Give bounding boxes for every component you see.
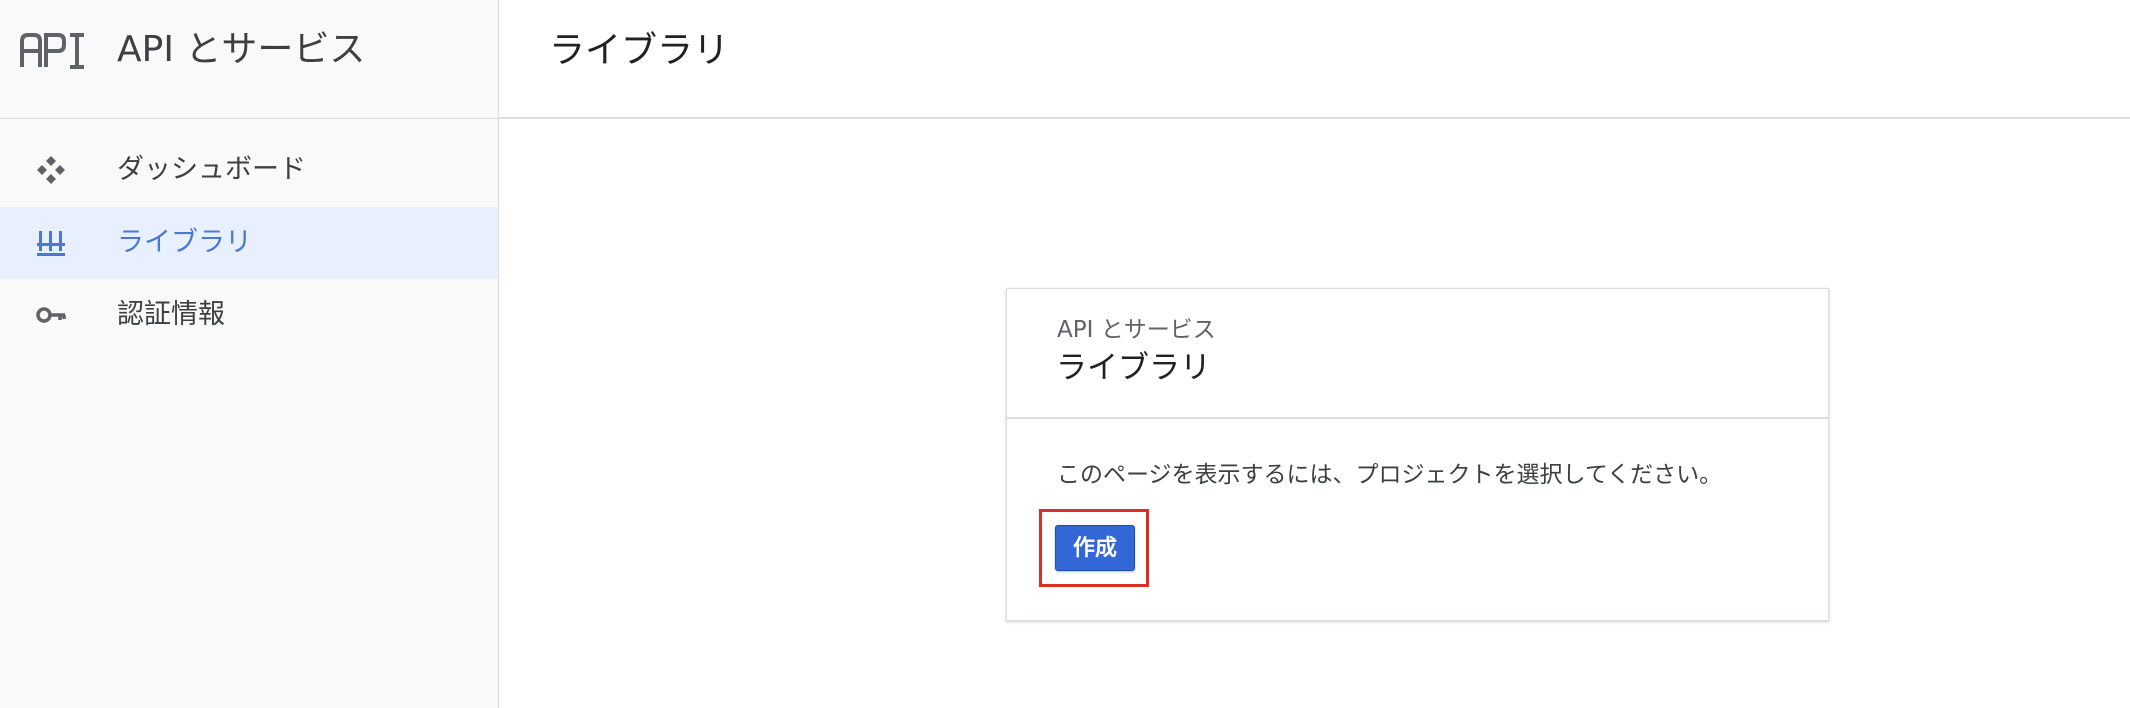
sidebar: API とサービス ダッシュボード ライブラリ 認証情報: [0, 0, 499, 708]
sidebar-item-label: 認証情報: [117, 299, 225, 330]
card-header: API とサービス ライブラリ: [1007, 289, 1828, 419]
card-title: ライブラリ: [1056, 350, 1211, 386]
library-icon: [37, 231, 65, 256]
main-header: ライブラリ: [499, 0, 2130, 119]
card-message: このページを表示するには、プロジェクトを選択してください。: [1057, 462, 1723, 488]
sidebar-item-credentials[interactable]: 認証情報: [0, 279, 498, 351]
sidebar-item-library[interactable]: ライブラリ: [0, 207, 498, 279]
card-subtitle: API とサービス: [1057, 317, 1216, 343]
create-button[interactable]: 作成: [1055, 525, 1135, 571]
sidebar-header: API とサービス: [0, 0, 498, 119]
sidebar-item-label: ライブラリ: [117, 227, 252, 258]
app-title: API とサービス: [117, 29, 366, 70]
app-root: API とサービス ダッシュボード ライブラリ 認証情報 ライブラリ API と…: [0, 0, 2130, 708]
dashboard-icon: [37, 156, 65, 184]
select-project-card: API とサービス ライブラリ このページを表示するには、プロジェクトを選択して…: [1006, 288, 1829, 621]
page-title: ライブラリ: [549, 30, 730, 71]
sidebar-item-dashboard[interactable]: ダッシュボード: [0, 134, 498, 206]
sidebar-item-label: ダッシュボード: [117, 154, 306, 185]
api-logo-icon: [20, 33, 84, 69]
key-icon: [36, 307, 66, 323]
